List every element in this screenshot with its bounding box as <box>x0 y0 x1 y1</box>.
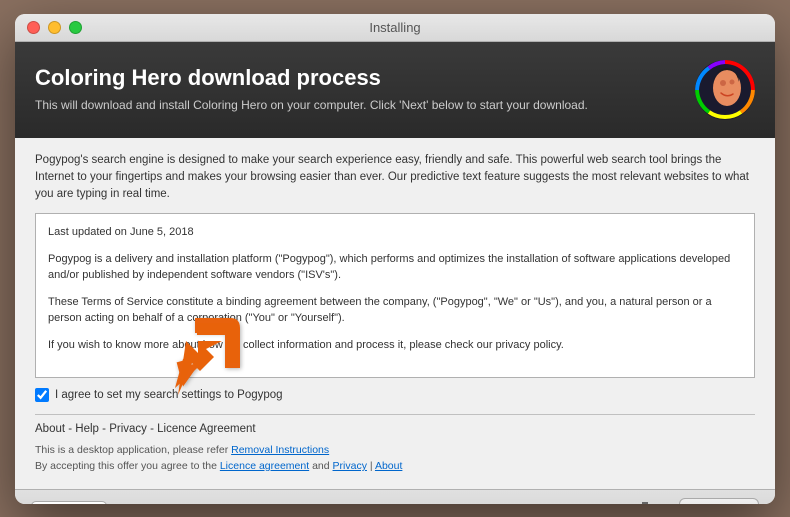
app-icon <box>695 60 755 120</box>
bottom-right-controls: Next >> <box>631 498 759 504</box>
app-title: Coloring Hero download process <box>35 65 588 91</box>
language-select[interactable]: English French German Spanish <box>31 501 107 504</box>
header-text: Coloring Hero download process This will… <box>35 65 588 114</box>
language-selector-wrapper[interactable]: English French German Spanish ▼ <box>31 501 107 504</box>
terms-box[interactable]: Last updated on June 5, 2018 Pogypog is … <box>35 213 755 378</box>
description-text: Pogypog's search engine is designed to m… <box>35 152 755 204</box>
about-link[interactable]: About <box>35 423 65 435</box>
legal-and: and <box>309 460 332 472</box>
app-subtitle: This will download and install Coloring … <box>35 97 588 114</box>
orange-arrow-container <box>175 313 245 408</box>
licence-agreement-link[interactable]: Licence agreement <box>220 460 309 472</box>
help-link[interactable]: Help <box>75 423 99 435</box>
titlebar: Installing <box>15 14 775 42</box>
bottom-bar: English French German Spanish ▼ Next >> <box>15 489 775 504</box>
legal-line-1: This is a desktop application, please re… <box>35 443 755 459</box>
privacy-policy-link[interactable]: Privacy <box>333 460 367 472</box>
download-icon-svg <box>631 498 659 504</box>
privacy-link[interactable]: Privacy <box>109 423 147 435</box>
separator <box>35 414 755 415</box>
checkbox-area: I agree to set my search settings to Pog… <box>35 388 755 402</box>
orange-arrow-icon <box>175 313 245 403</box>
download-arrow-icon <box>631 498 659 504</box>
window-controls <box>27 21 82 34</box>
legal-line-2: By accepting this offer you agree to the… <box>35 459 755 475</box>
app-icon-svg <box>695 60 755 120</box>
terms-paragraph-3: If you wish to know more about how we co… <box>48 337 742 354</box>
about-legal-link[interactable]: About <box>375 460 402 472</box>
agree-checkbox[interactable] <box>35 388 49 402</box>
legal-prefix-2: By accepting this offer you agree to the <box>35 460 220 472</box>
maximize-button[interactable] <box>69 21 82 34</box>
terms-paragraph-1: Pogypog is a delivery and installation p… <box>48 251 742 284</box>
close-button[interactable] <box>27 21 40 34</box>
next-button[interactable]: Next >> <box>679 498 759 503</box>
main-content: Pogypog's search engine is designed to m… <box>15 138 775 489</box>
legal-text: This is a desktop application, please re… <box>35 443 755 475</box>
legal-pipe: | <box>367 460 375 472</box>
terms-last-updated: Last updated on June 5, 2018 <box>48 224 742 241</box>
removal-instructions-link[interactable]: Removal Instructions <box>231 444 329 456</box>
installer-window: Installing Coloring Hero download proces… <box>15 14 775 504</box>
legal-prefix-1: This is a desktop application, please re… <box>35 444 231 456</box>
checkbox-label[interactable]: I agree to set my search settings to Pog… <box>55 389 283 401</box>
window-title: Installing <box>369 20 420 35</box>
header-section: Coloring Hero download process This will… <box>15 42 775 138</box>
license-link[interactable]: Licence Agreement <box>157 423 255 435</box>
minimize-button[interactable] <box>48 21 61 34</box>
terms-paragraph-2: These Terms of Service constitute a bind… <box>48 294 742 327</box>
links-row: About - Help - Privacy - Licence Agreeme… <box>35 423 755 435</box>
